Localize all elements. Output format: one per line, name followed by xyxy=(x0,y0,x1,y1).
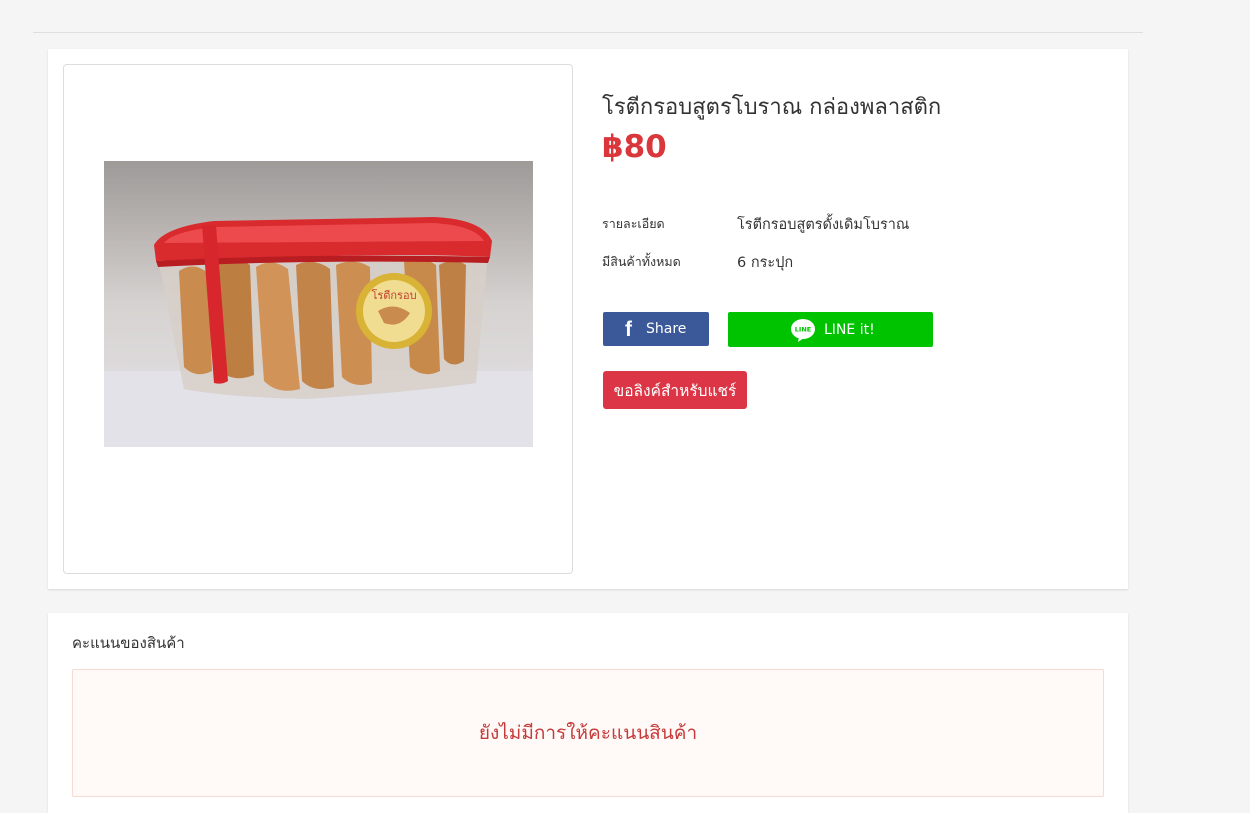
line-icon: LINE xyxy=(791,318,815,342)
product-title: โรตีกรอบสูตรโบราณ กล่องพลาสติก xyxy=(602,95,942,120)
svg-text:โรตีกรอบ: โรตีกรอบ xyxy=(371,288,416,302)
spec-label-stock: มีสินค้าทั้งหมด xyxy=(602,254,681,269)
facebook-share-label: Share xyxy=(646,321,687,337)
rating-empty-state: ยังไม่มีการให้คะแนนสินค้า xyxy=(72,669,1104,797)
rating-title: คะแนนของสินค้า xyxy=(72,634,185,652)
spec-value-stock: 6 กระปุก xyxy=(737,255,794,271)
spec-label-description: รายละเอียด xyxy=(602,216,665,231)
facebook-icon: f xyxy=(625,317,632,341)
product-price: ฿80 xyxy=(602,129,667,165)
share-link-button[interactable]: ขอลิงค์สำหรับแชร์ xyxy=(603,371,747,409)
line-icon-text: LINE xyxy=(795,325,811,333)
product-card: โรตีกรอบ โรตีกรอบสูตรโบราณ กล่องพลาสติก … xyxy=(48,49,1128,589)
product-photo[interactable]: โรตีกรอบ xyxy=(104,161,533,447)
product-image-frame: โรตีกรอบ xyxy=(63,64,573,574)
rating-empty-text: ยังไม่มีการให้คะแนนสินค้า xyxy=(478,722,698,744)
facebook-share-button[interactable]: f Share xyxy=(603,312,709,346)
line-share-label: LINE it! xyxy=(824,321,875,338)
spec-value-description: โรตีกรอบสูตรดั้งเดิมโบราณ xyxy=(737,217,910,233)
top-divider xyxy=(33,32,1143,33)
rating-card: คะแนนของสินค้า ยังไม่มีการให้คะแนนสินค้า xyxy=(48,613,1128,813)
line-share-button[interactable]: LINE LINE it! xyxy=(728,312,933,347)
